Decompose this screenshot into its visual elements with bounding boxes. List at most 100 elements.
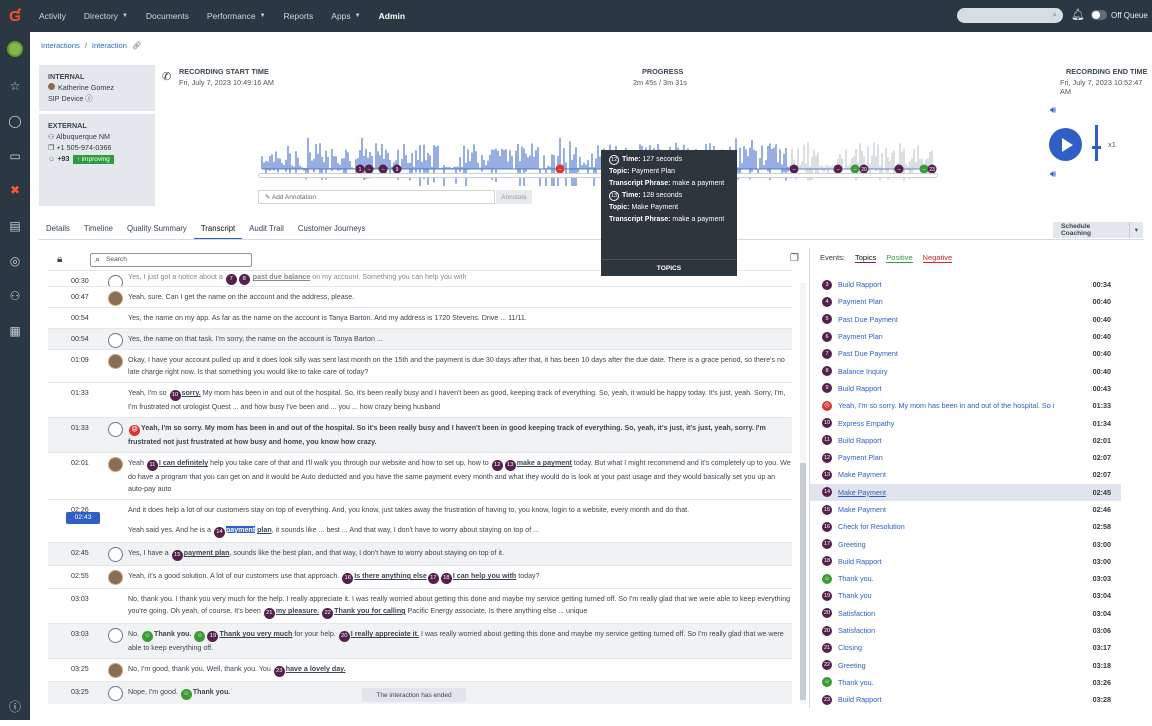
event-item[interactable]: 19 Thank you 03:04 (810, 587, 1121, 604)
filter-topics[interactable]: Topics (855, 253, 877, 263)
event-item[interactable]: ☺ Thank you. 03:26 (810, 674, 1121, 691)
event-label[interactable]: Make Payment (838, 488, 886, 497)
topic-badge[interactable]: 14 (213, 527, 225, 538)
event-item[interactable]: 7 Past Due Payment 00:40 (810, 345, 1121, 362)
transcript-row[interactable]: 00:54 Yes, the name on my app. As far as … (48, 307, 792, 328)
copy-icon[interactable]: ❐ (790, 253, 799, 264)
event-label[interactable]: Payment Plan (838, 332, 883, 341)
event-item[interactable]: 22 Greeting 03:18 (810, 657, 1121, 674)
event-item[interactable]: 15 Make Payment 02:46 (810, 501, 1121, 518)
annotate-button[interactable]: Annotate (496, 190, 532, 204)
event-label[interactable]: Greeting (838, 661, 866, 670)
transcript-row[interactable]: 02:45 Yes, I have a 15 payment plan, sound… (48, 542, 792, 565)
event-item[interactable]: 20 Satisfaction 03:04 (810, 605, 1121, 622)
tab-details[interactable]: Details (39, 220, 77, 240)
notification-bell-icon[interactable]: 🔔︎ (1071, 8, 1085, 21)
schedule-coaching-button[interactable]: Schedule Coaching ▾ (1053, 222, 1143, 238)
nav-item-admin[interactable]: Admin (370, 0, 414, 32)
transcript-row[interactable]: 02:55 Yeah, it's a good solution. A lot o… (48, 565, 792, 588)
event-label[interactable]: Make Payment (838, 470, 886, 479)
event-label[interactable]: Past Due Payment (838, 315, 898, 324)
transcript-row[interactable]: 03:03 No. ☺ Thank you. ☺ 19 Thank you very m… (48, 623, 792, 658)
event-item[interactable]: 4 Payment Plan 00:40 (810, 293, 1121, 310)
filter-negative[interactable]: Negative (922, 253, 953, 263)
event-label[interactable]: Build Rapport (838, 384, 882, 393)
transcript-scrollbar[interactable] (800, 283, 806, 704)
transcript-search-input[interactable]: Search (90, 253, 252, 267)
topic-badge[interactable]: 22 (322, 608, 334, 619)
nav-item-apps[interactable]: Apps ▼ (322, 0, 369, 32)
playback-speed[interactable]: x1 (1108, 140, 1116, 149)
link-icon[interactable]: 🔗︎ (132, 41, 142, 50)
user-avatar[interactable] (7, 41, 23, 57)
event-label[interactable]: Closing (838, 643, 862, 652)
event-label[interactable]: Make Payment (838, 505, 886, 514)
queue-toggle[interactable] (1091, 10, 1107, 20)
nav-item-performance[interactable]: Performance ▼ (198, 0, 275, 32)
event-label[interactable]: Satisfaction (838, 609, 875, 618)
event-item[interactable]: 6 Payment Plan 00:40 (810, 328, 1121, 345)
volume-slider[interactable] (1092, 125, 1101, 161)
nav-item-reports[interactable]: Reports (275, 0, 323, 32)
event-label[interactable]: Build Rapport (838, 557, 882, 566)
event-item[interactable]: 23 Build Rapport 03:28 (810, 691, 1121, 708)
transcript-row[interactable]: 02:01 Yeah 11 I can definitely help you ta… (48, 452, 792, 499)
speaker-volume-icon[interactable]: 🔊︎ (1050, 105, 1056, 116)
tab-timeline[interactable]: Timeline (77, 220, 120, 240)
event-item[interactable]: 16 Check for Resolution 02:58 (810, 518, 1121, 535)
people-icon[interactable]: ⚇ (7, 288, 23, 304)
global-search-input[interactable]: ⌕ (957, 8, 1063, 23)
help-ring-icon[interactable]: ◎ (7, 253, 23, 269)
topic-badge[interactable]: 11 (146, 460, 158, 471)
topic-badge[interactable]: 20 (338, 631, 350, 642)
filter-positive[interactable]: Positive (886, 253, 913, 263)
event-label[interactable]: Build Rapport (838, 695, 882, 704)
transcript-row[interactable]: 00:47 Yeah, sure. Can I get the name on t… (48, 286, 792, 307)
transcript-row[interactable]: 01:33 Yeah, I'm so 10 sorry. My mom has be… (48, 382, 792, 417)
tab-audit-trail[interactable]: Audit Trail (242, 220, 291, 240)
tab-quality-summary[interactable]: Quality Summary (120, 220, 194, 240)
topic-badge[interactable]: 23 (273, 666, 285, 677)
transcript-scrollbar-thumb[interactable] (800, 463, 806, 700)
breadcrumb-interactions-link[interactable]: Interactions (41, 41, 80, 50)
favorites-star-icon[interactable]: ☆ (7, 78, 23, 94)
transcript-row[interactable]: 00:54 Yes, the name on that task. I'm sor… (48, 328, 792, 349)
transcript-row[interactable]: 03:25 No, I'm good, thank you. Well, than… (48, 658, 792, 681)
playback-progress-track[interactable] (258, 173, 938, 178)
event-item[interactable]: 13 Make Payment 02:07 (810, 466, 1121, 483)
topic-badge[interactable]: 15 (171, 550, 183, 561)
event-item[interactable]: 21 Closing 03:17 (810, 639, 1121, 656)
topic-badge[interactable]: 19 (207, 631, 219, 642)
event-label[interactable]: Thank you. (838, 574, 874, 583)
nav-item-documents[interactable]: Documents (137, 0, 198, 32)
event-label[interactable]: Build Rapport (838, 436, 882, 445)
event-label[interactable]: Past Due Payment (838, 349, 898, 358)
nav-item-activity[interactable]: Activity (30, 0, 75, 32)
info-icon[interactable]: ⓘ (85, 94, 92, 103)
event-item[interactable]: 8 Balance Inquiry 00:40 (810, 362, 1121, 379)
event-label[interactable]: Yeah, I'm so sorry. My mom has been in a… (838, 401, 1054, 410)
breadcrumb-interaction-link[interactable]: Interaction (92, 41, 127, 50)
speaker-volume-icon-2[interactable]: 🔊︎ (1050, 169, 1056, 180)
nav-item-directory[interactable]: Directory ▼ (75, 0, 137, 32)
tab-customer-journeys[interactable]: Customer Journeys (291, 220, 373, 240)
annotation-input[interactable]: ✎ Add Annotation (258, 190, 495, 204)
lock-icon[interactable]: 🔒︎ (57, 254, 62, 265)
video-icon[interactable]: ▭ (7, 148, 23, 164)
transcript-row[interactable]: Yeah said yes. And he is a 14 payment pla… (48, 520, 792, 542)
transcript-row[interactable]: 01:09 Okay, I have your account pulled up… (48, 349, 792, 382)
transcript-row[interactable]: 03:03 No, thank you. I thank you very muc… (48, 588, 792, 623)
event-item[interactable]: 14 Make Payment 02:45 (810, 483, 1121, 501)
event-item[interactable]: 5 Past Due Payment 00:40 (810, 311, 1121, 328)
chat-icon[interactable]: ◯ (7, 113, 23, 129)
genesys-logo[interactable]: Ɠ (0, 0, 30, 32)
inbox-icon[interactable]: ▤ (7, 218, 23, 234)
event-item[interactable]: 11 Build Rapport 02:01 (810, 432, 1121, 449)
play-button[interactable] (1049, 128, 1082, 161)
topic-badge[interactable]: 7 (225, 274, 237, 285)
topic-badge[interactable]: 12 (491, 460, 503, 471)
event-label[interactable]: Payment Plan (838, 297, 883, 306)
negative-sentiment-badge[interactable]: ☹ (129, 425, 140, 436)
event-label[interactable]: Express Empathy (838, 419, 894, 428)
apps-grid-icon[interactable]: ▦ (7, 323, 23, 339)
